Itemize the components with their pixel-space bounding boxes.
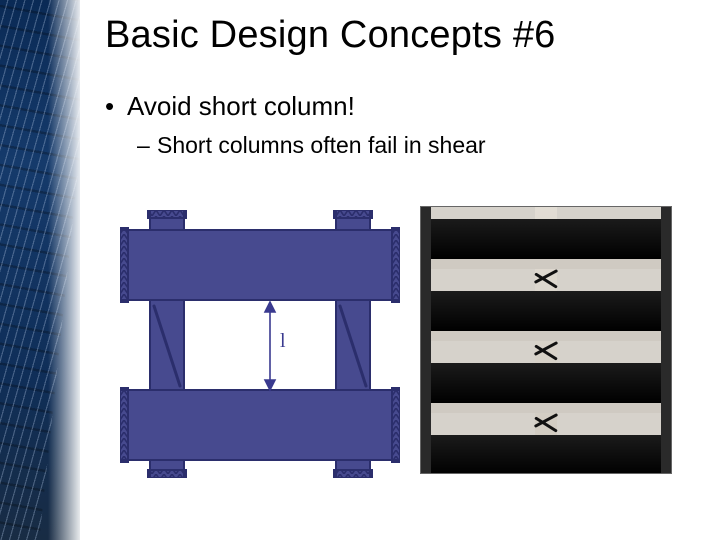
photo-shadow bbox=[421, 207, 431, 473]
photo-slab bbox=[431, 291, 661, 331]
shear-crack-icon bbox=[526, 341, 566, 363]
shear-crack-icon bbox=[526, 413, 566, 435]
photo-slab bbox=[431, 219, 661, 259]
bullet-level-1: Avoid short column! bbox=[127, 91, 700, 122]
sidebar-building-image bbox=[0, 0, 80, 540]
bullet-list: Avoid short column! Short columns often … bbox=[127, 91, 700, 159]
short-column-failure-photo bbox=[420, 206, 672, 474]
slide-title: Basic Design Concepts #6 bbox=[105, 14, 700, 57]
slide: Basic Design Concepts #6 Avoid short col… bbox=[0, 0, 720, 540]
photo-slab bbox=[431, 435, 661, 474]
shear-crack-icon bbox=[526, 269, 566, 291]
photo-slab bbox=[431, 363, 661, 403]
photo-slab-edge bbox=[431, 403, 661, 413]
photo-slab-edge bbox=[431, 259, 661, 269]
bullet-level-2: Short columns often fail in shear bbox=[157, 132, 700, 159]
photo-slab-edge bbox=[431, 331, 661, 341]
dimension-label-l: l bbox=[280, 330, 286, 353]
diagram-svg bbox=[120, 210, 400, 478]
figure-row: l bbox=[120, 210, 680, 490]
photo-shadow bbox=[661, 207, 671, 473]
content-area: Basic Design Concepts #6 Avoid short col… bbox=[95, 14, 700, 159]
short-column-diagram: l bbox=[120, 210, 400, 478]
